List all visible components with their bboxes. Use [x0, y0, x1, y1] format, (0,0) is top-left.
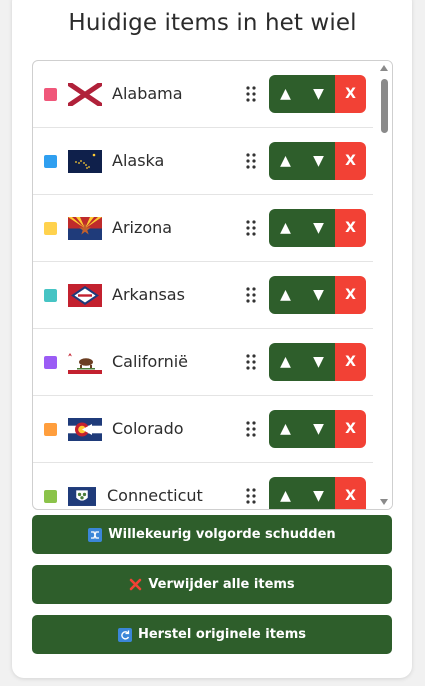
list-item: Alabama ▲ ▼ X [33, 61, 373, 128]
color-swatch[interactable] [44, 423, 57, 436]
arizona-flag-icon [68, 217, 102, 240]
drag-handle-icon[interactable] [246, 153, 256, 169]
drag-handle-icon[interactable] [246, 220, 256, 236]
delete-all-button[interactable]: Verwijder alle items [32, 565, 392, 604]
page-title: Huidige items in het wiel [68, 10, 357, 36]
drag-handle-icon[interactable] [246, 421, 256, 437]
connecticut-flag-icon [68, 487, 96, 506]
shuffle-button[interactable]: Willekeurig volgorde schudden [32, 515, 392, 554]
items-list[interactable]: Alabama ▲ ▼ X Alaska ▲ ▼ X Arizona ▲ ▼ X… [32, 60, 393, 510]
item-name[interactable]: Alaska [112, 151, 164, 170]
move-down-button[interactable]: ▼ [302, 410, 335, 448]
scroll-down-arrow-icon[interactable] [380, 499, 388, 505]
list-item: Californië ▲ ▼ X [33, 329, 373, 396]
scroll-up-arrow-icon[interactable] [380, 65, 388, 71]
scrollbar[interactable] [376, 61, 392, 509]
delete-item-button[interactable]: X [335, 209, 366, 247]
refresh-icon [117, 627, 132, 642]
alabama-flag-icon [68, 83, 102, 106]
move-down-button[interactable]: ▼ [302, 477, 335, 509]
drag-handle-icon[interactable] [246, 86, 256, 102]
drag-handle-icon[interactable] [246, 488, 256, 504]
color-swatch[interactable] [44, 155, 57, 168]
delete-item-button[interactable]: X [335, 477, 366, 509]
list-item: Arizona ▲ ▼ X [33, 195, 373, 262]
move-down-button[interactable]: ▼ [302, 75, 335, 113]
item-name[interactable]: Arkansas [112, 285, 185, 304]
item-name[interactable]: Arizona [112, 218, 172, 237]
color-swatch[interactable] [44, 88, 57, 101]
color-swatch[interactable] [44, 356, 57, 369]
drag-handle-icon[interactable] [246, 287, 256, 303]
delete-all-button-label: Verwijder alle items [148, 577, 295, 592]
color-swatch[interactable] [44, 490, 57, 503]
colorado-flag-icon [68, 418, 102, 441]
color-swatch[interactable] [44, 289, 57, 302]
drag-handle-icon[interactable] [246, 354, 256, 370]
color-swatch[interactable] [44, 222, 57, 235]
move-up-button[interactable]: ▲ [269, 276, 302, 314]
move-down-button[interactable]: ▼ [302, 343, 335, 381]
move-up-button[interactable]: ▲ [269, 209, 302, 247]
alaska-flag-icon [68, 150, 102, 173]
list-item: Connecticut ▲ ▼ X [33, 463, 373, 509]
move-up-button[interactable]: ▲ [269, 75, 302, 113]
shuffle-icon [88, 527, 103, 542]
arkansas-flag-icon [68, 284, 102, 307]
cross-mark-icon [130, 578, 142, 591]
delete-item-button[interactable]: X [335, 276, 366, 314]
move-up-button[interactable]: ▲ [269, 343, 302, 381]
move-down-button[interactable]: ▼ [302, 209, 335, 247]
shuffle-button-label: Willekeurig volgorde schudden [108, 527, 336, 542]
move-up-button[interactable]: ▲ [269, 142, 302, 180]
scrollbar-thumb[interactable] [381, 79, 388, 133]
restore-button[interactable]: Herstel originele items [32, 615, 392, 654]
delete-item-button[interactable]: X [335, 410, 366, 448]
delete-item-button[interactable]: X [335, 142, 366, 180]
restore-button-label: Herstel originele items [137, 627, 307, 642]
move-down-button[interactable]: ▼ [302, 276, 335, 314]
list-item: Colorado ▲ ▼ X [33, 396, 373, 463]
list-item: Alaska ▲ ▼ X [33, 128, 373, 195]
item-name[interactable]: Connecticut [107, 486, 203, 505]
item-name[interactable]: Alabama [112, 84, 183, 103]
list-item: Arkansas ▲ ▼ X [33, 262, 373, 329]
item-name[interactable]: Californië [112, 352, 188, 371]
item-name[interactable]: Colorado [112, 419, 184, 438]
move-up-button[interactable]: ▲ [269, 410, 302, 448]
delete-item-button[interactable]: X [335, 343, 366, 381]
items-rows: Alabama ▲ ▼ X Alaska ▲ ▼ X Arizona ▲ ▼ X… [33, 61, 373, 509]
california-flag-icon [68, 351, 102, 374]
move-down-button[interactable]: ▼ [302, 142, 335, 180]
move-up-button[interactable]: ▲ [269, 477, 302, 509]
delete-item-button[interactable]: X [335, 75, 366, 113]
